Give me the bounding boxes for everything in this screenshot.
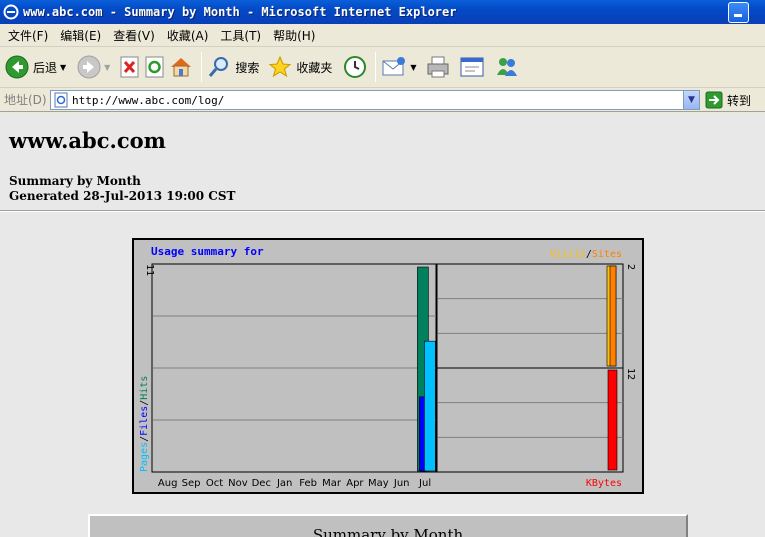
menu-help[interactable]: 帮助(H) — [267, 27, 321, 44]
usage-chart-svg: Usage summary for Visits/Sites Pages/Fil… — [139, 245, 636, 489]
usage-chart: Usage summary for Visits/Sites Pages/Fil… — [132, 238, 644, 494]
edit-button[interactable] — [459, 50, 485, 84]
print-button[interactable] — [426, 50, 450, 84]
x-tick-label: Jul — [418, 478, 431, 489]
horizontal-rule — [0, 210, 765, 212]
bar-pages — [424, 340, 436, 472]
legend-kbytes: KBytes — [586, 478, 622, 489]
menu-file[interactable]: 文件(F) — [2, 27, 54, 44]
x-axis-labels: Aug Sep Oct Nov Dec Jan Feb Mar Apr May Jun Jul — [158, 478, 431, 489]
x-tick-label: Oct — [206, 478, 223, 489]
x-tick-label: Aug — [158, 478, 178, 489]
legend-sites: Sites — [592, 249, 622, 260]
refresh-icon — [145, 56, 164, 78]
visits-plot-area — [436, 263, 624, 369]
address-dropdown-icon[interactable]: ▼ — [683, 91, 699, 109]
page-content: www.abc.com Summary by Month Generated 2… — [0, 113, 765, 537]
minimize-button[interactable] — [728, 2, 749, 23]
menu-bar: 文件(F) 编辑(E) 查看(V) 收藏(A) 工具(T) 帮助(H) — [0, 24, 765, 47]
ie-logo-icon — [3, 4, 19, 20]
hits-files-pages-legend: Pages/Files/Hits — [139, 376, 150, 472]
home-button[interactable] — [169, 50, 193, 84]
back-button[interactable]: 后退 ▼ — [5, 50, 66, 84]
back-arrow-icon — [5, 55, 29, 79]
address-label: 地址(D) — [4, 93, 47, 107]
address-url: http://www.abc.com/log/ — [72, 93, 225, 107]
address-input[interactable]: http://www.abc.com/log/ ▼ — [50, 90, 700, 110]
forward-arrow-icon — [77, 55, 101, 79]
kbytes-plot-area — [436, 367, 624, 473]
x-tick-label: May — [368, 478, 389, 489]
x-tick-label: Jun — [393, 478, 410, 489]
legend-pages: Pages — [139, 442, 150, 472]
edit-page-icon — [460, 57, 484, 77]
title-bar: www.abc.com - Summary by Month - Microso… — [0, 0, 765, 24]
printer-icon — [427, 56, 449, 78]
forward-dropdown-icon[interactable]: ▼ — [104, 63, 110, 72]
mail-button[interactable]: ▼ — [381, 50, 417, 84]
menu-edit[interactable]: 编辑(E) — [54, 27, 107, 44]
address-bar: 地址(D) http://www.abc.com/log/ ▼ 转到 — [0, 88, 765, 112]
toolbar-separator — [375, 52, 377, 82]
x-tick-label: Mar — [322, 478, 342, 489]
menu-favorites[interactable]: 收藏(A) — [161, 27, 215, 44]
favorites-label: 收藏夹 — [296, 60, 333, 75]
forward-button[interactable]: ▼ — [77, 50, 110, 84]
go-label: 转到 — [727, 93, 752, 108]
back-label: 后退 — [33, 60, 58, 75]
stop-button[interactable] — [119, 50, 141, 84]
summary-table: Summary by Month — [88, 514, 688, 537]
x-tick-label: Jan — [276, 478, 292, 489]
back-dropdown-icon[interactable]: ▼ — [60, 63, 66, 72]
kbytes-max-label: 12 — [625, 368, 636, 380]
history-button[interactable] — [343, 50, 367, 84]
toolbar: 后退 ▼ ▼ 搜索 收藏夹 ▼ — [0, 47, 765, 88]
search-icon — [209, 57, 229, 77]
favorites-button[interactable]: 收藏夹 — [268, 50, 332, 84]
visits-sites-legend: Visits/Sites — [550, 249, 622, 260]
page-icon — [54, 92, 68, 108]
x-tick-label: Apr — [346, 478, 364, 489]
go-button[interactable]: 转到 — [705, 91, 751, 109]
menu-tools[interactable]: 工具(T) — [214, 27, 267, 44]
left-max-label: 11 — [144, 264, 155, 276]
x-tick-label: Sep — [182, 478, 201, 489]
mail-icon — [382, 57, 406, 76]
legend-files: Files — [139, 406, 150, 436]
summary-heading: Summary by Month — [9, 174, 141, 188]
legend-hits: Hits — [139, 376, 150, 400]
history-icon — [344, 56, 367, 78]
search-label: 搜索 — [235, 60, 260, 75]
menu-view[interactable]: 查看(V) — [107, 27, 161, 44]
visits-max-label: 2 — [625, 264, 636, 270]
x-tick-label: Nov — [228, 478, 248, 489]
toolbar-separator — [201, 52, 203, 82]
home-icon — [171, 58, 192, 77]
star-icon — [269, 55, 292, 78]
x-tick-label: Dec — [252, 478, 271, 489]
go-arrow-icon — [705, 91, 723, 109]
messenger-icon — [496, 58, 517, 76]
window-title: www.abc.com - Summary by Month - Microso… — [23, 5, 457, 19]
x-tick-label: Feb — [299, 478, 317, 489]
bar-sites — [609, 265, 617, 367]
bar-kbytes — [607, 369, 618, 471]
legend-visits: Visits — [550, 249, 586, 260]
search-button[interactable]: 搜索 — [207, 50, 259, 84]
generated-timestamp: Generated 28-Jul-2013 19:00 CST — [9, 189, 236, 203]
page-title: www.abc.com — [9, 128, 166, 153]
messenger-button[interactable] — [494, 50, 520, 84]
refresh-button[interactable] — [144, 50, 166, 84]
stop-icon — [120, 56, 139, 78]
chart-title: Usage summary for — [151, 245, 264, 258]
mail-dropdown-icon[interactable]: ▼ — [410, 63, 416, 72]
summary-table-title: Summary by Month — [312, 526, 464, 537]
